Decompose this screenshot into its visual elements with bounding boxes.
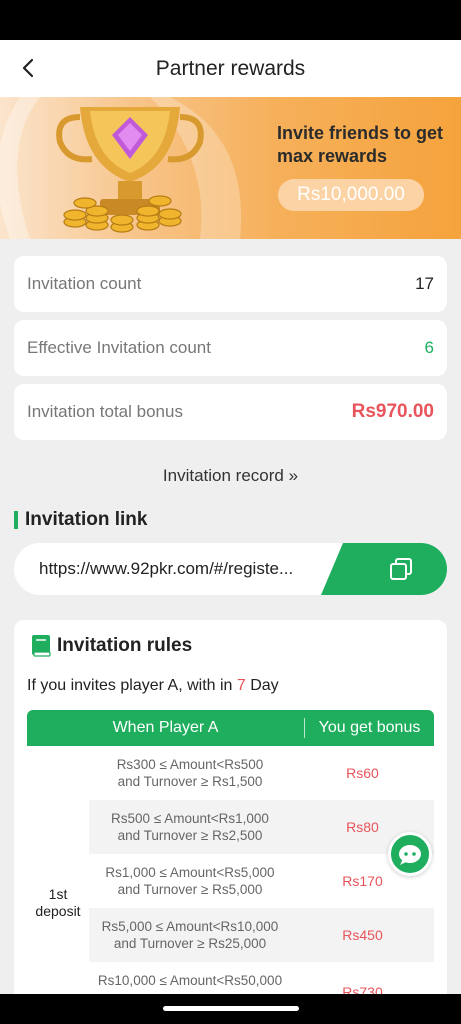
section-title: Invitation link	[25, 509, 148, 530]
table-row: Rs300 ≤ Amount<Rs500 and Turnover ≥ Rs1,5…	[89, 746, 434, 800]
bonus-cell: Rs60	[346, 765, 379, 781]
table-row: Rs1,000 ≤ Amount<Rs5,000 and Turnover ≥ R…	[89, 854, 434, 908]
condition-cell: Rs500 ≤ Amount<Rs1,000 and Turnover ≥ Rs2…	[89, 800, 291, 854]
section-accent-bar	[14, 511, 18, 529]
condition-amount: Rs500 ≤ Amount<Rs1,000	[111, 811, 269, 826]
stat-effective-invitation-count: Effective Invitation count 6	[14, 320, 447, 376]
table-row: Rs5,000 ≤ Amount<Rs10,000 and Turnover ≥ …	[89, 908, 434, 962]
rules-days: 7	[236, 677, 246, 694]
promo-banner: Invite friends to get max rewards Rs10,0…	[0, 97, 461, 239]
invitation-link-box: https://www.92pkr.com/#/registe...	[14, 543, 447, 595]
invitation-url-text[interactable]: https://www.92pkr.com/#/registe...	[39, 559, 319, 579]
condition-cell: Rs1,000 ≤ Amount<Rs5,000 and Turnover ≥ R…	[89, 854, 291, 908]
stat-invitation-count: Invitation count 17	[14, 256, 447, 312]
invitation-link-heading: Invitation link	[14, 509, 147, 531]
rules-subtitle: If you invites player A, with in 7 Day	[27, 677, 279, 695]
invitation-record-link[interactable]: Invitation record »	[0, 466, 461, 486]
page-title: Partner rewards	[155, 57, 306, 80]
book-icon	[32, 635, 51, 657]
status-bar	[0, 0, 461, 40]
rules-subtitle-text: If you invites player A, with in	[27, 677, 237, 694]
column-header-bonus: You get bonus	[318, 719, 421, 736]
stat-value: 6	[424, 338, 434, 357]
condition-amount: Rs300 ≤ Amount<Rs500	[116, 757, 264, 772]
stat-label: Invitation count	[27, 274, 142, 293]
stat-label: Effective Invitation count	[27, 338, 211, 357]
rules-title: Invitation rules	[57, 635, 193, 656]
copy-icon	[390, 558, 412, 580]
condition-cell: Rs300 ≤ Amount<Rs500 and Turnover ≥ Rs1,5…	[89, 746, 291, 800]
stat-label: Invitation total bonus	[27, 402, 183, 421]
bonus-cell: Rs450	[342, 927, 383, 943]
condition-turnover: and Turnover ≥ Rs2,500	[117, 828, 263, 843]
stat-value: Rs970.00	[351, 401, 434, 422]
condition-amount: Rs1,000 ≤ Amount<Rs5,000	[105, 865, 275, 880]
banner-headline: Invite friends to get max rewards	[277, 123, 444, 166]
banner-amount-badge: Rs10,000.00	[278, 179, 424, 211]
chat-icon	[399, 845, 421, 865]
condition-turnover: and Turnover ≥ Rs5,000	[117, 882, 263, 897]
condition-turnover: and Turnover ≥ Rs25,000	[113, 936, 267, 951]
header: Partner rewards	[0, 40, 461, 97]
rules-subtitle-suffix: Day	[245, 677, 279, 694]
condition-amount: Rs10,000 ≤ Amount<Rs50,000	[97, 973, 283, 988]
home-indicator[interactable]	[163, 1006, 299, 1011]
stat-invitation-total-bonus: Invitation total bonus Rs970.00	[14, 384, 447, 440]
trophy-coins-illustration	[0, 97, 242, 239]
table-row: Rs500 ≤ Amount<Rs1,000 and Turnover ≥ Rs2…	[89, 800, 434, 854]
system-navigation-bar	[0, 994, 461, 1024]
condition-turnover: and Turnover ≥ Rs1,500	[117, 774, 263, 789]
condition-cell: Rs5,000 ≤ Amount<Rs10,000 and Turnover ≥ …	[89, 908, 291, 962]
condition-amount: Rs5,000 ≤ Amount<Rs10,000	[101, 919, 279, 934]
rules-table-header: When Player A You get bonus	[27, 710, 434, 746]
copy-link-button[interactable]	[321, 543, 447, 595]
floating-chat-button[interactable]	[388, 832, 432, 876]
rules-heading: Invitation rules	[30, 634, 192, 658]
column-header-condition: When Player A	[112, 719, 219, 736]
stat-value: 17	[415, 274, 434, 293]
first-deposit-label: 1st deposit	[35, 886, 81, 919]
invitation-rules-card: Invitation rules If you invites player A…	[14, 620, 447, 1024]
